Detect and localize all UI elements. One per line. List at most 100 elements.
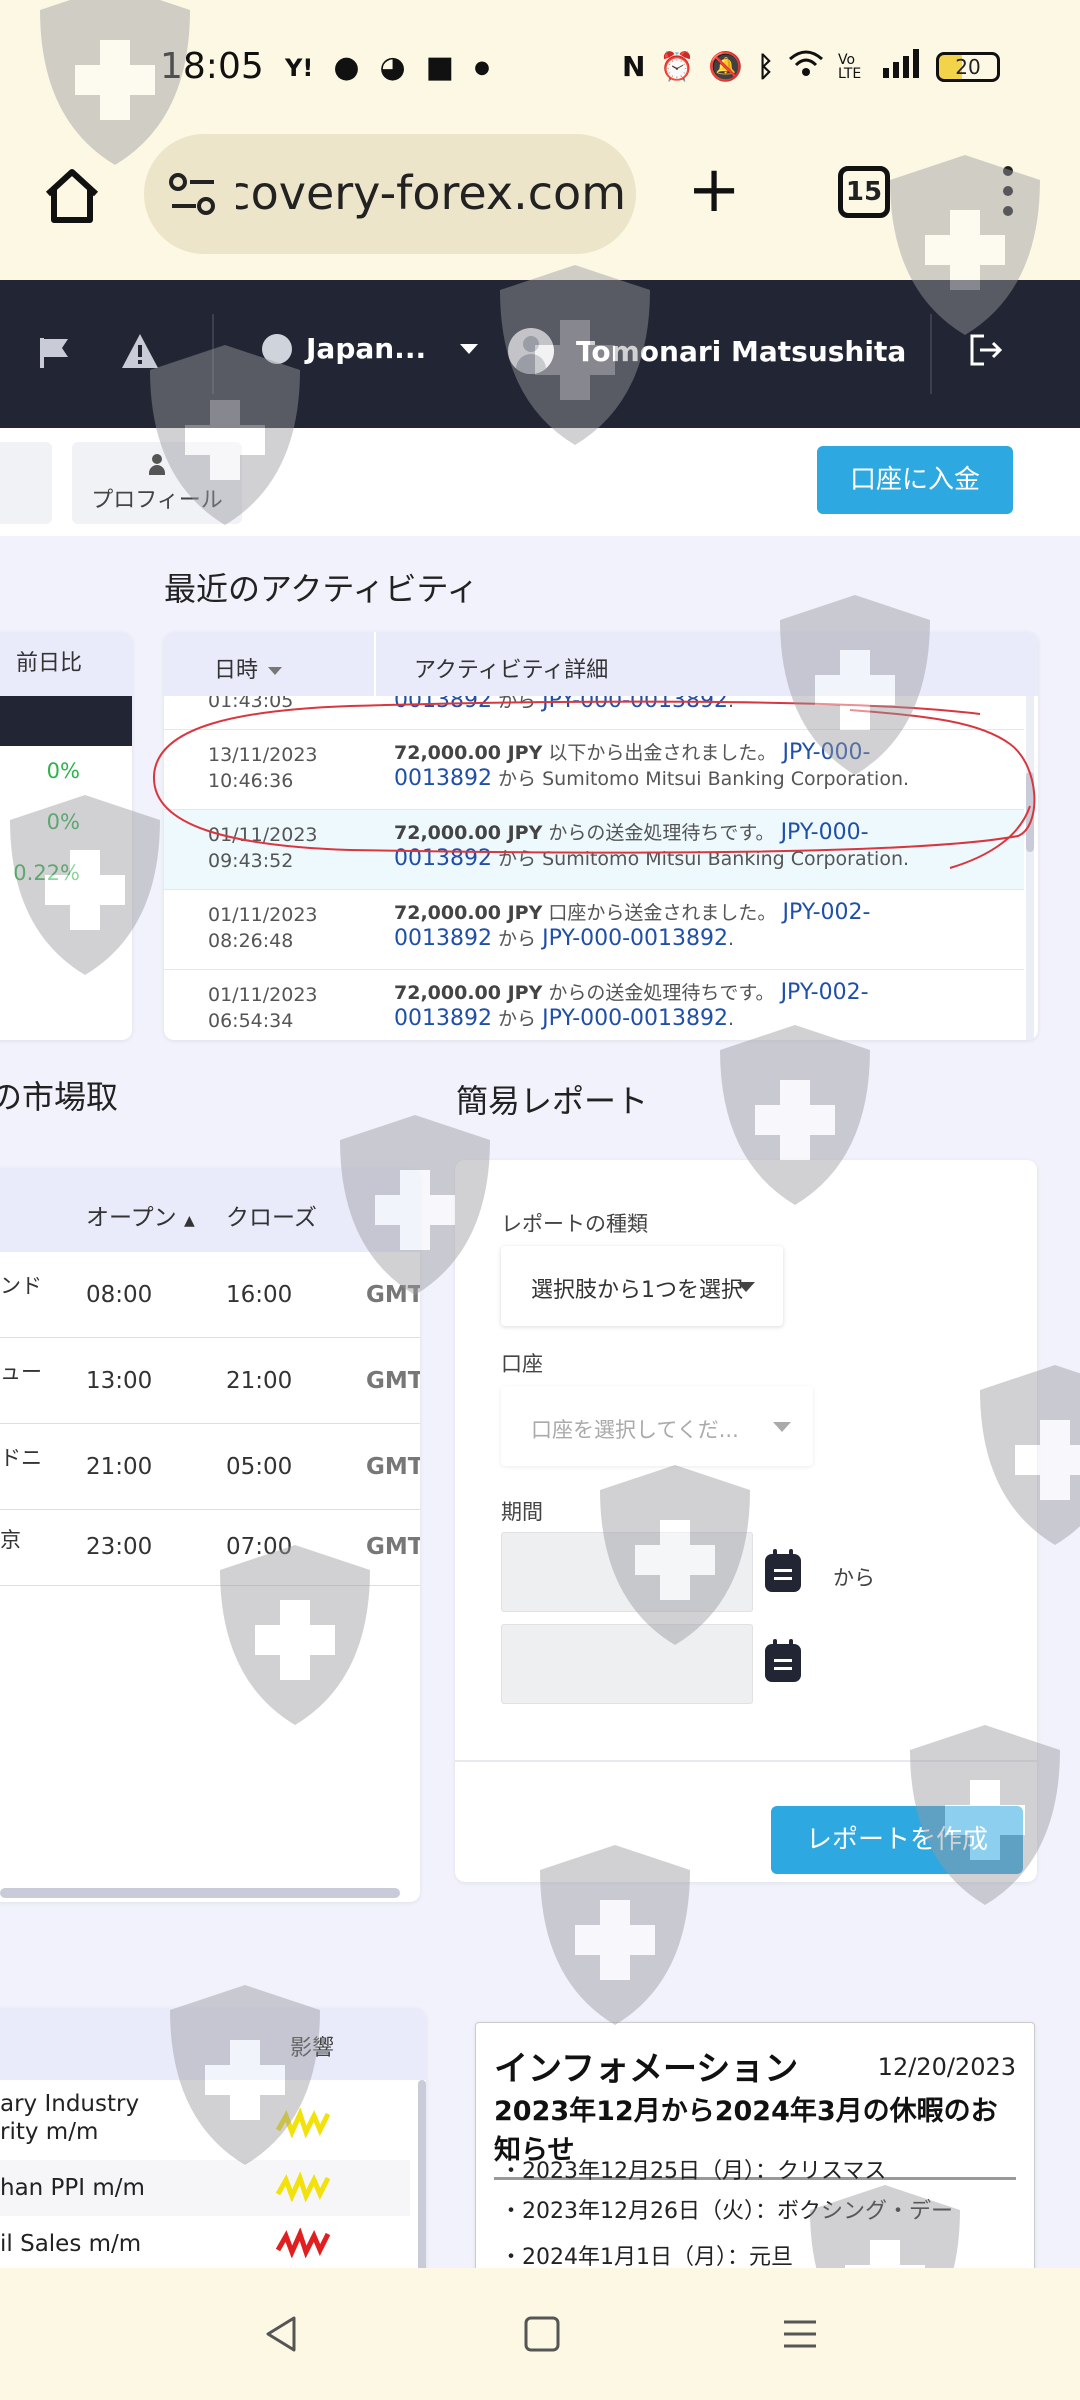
sort-open-header[interactable]: オープン ▲ [86,1198,195,1232]
from-text: から [498,768,537,790]
report-title: 簡易レポート [456,1082,649,1120]
table-row[interactable]: 01/11/2023 09:43:52 72,000.00 JPY からの送金処理… [164,810,1024,890]
table-row[interactable]: 01:43:05 0013892 から JPY-000-0013892. [164,696,1024,730]
scrollbar[interactable] [418,2080,426,2268]
logout-icon[interactable] [968,332,1004,368]
account-placeholder: 口座を選択してくだ... [531,1418,739,1442]
economic-calendar: 影響 ary Industry rity m/m han PPI m/m il S… [0,2008,426,2268]
account-link[interactable]: 0013892 [394,766,492,791]
account-link[interactable]: JPY-002- [781,980,869,1005]
table-row[interactable]: il Sales m/m [0,2216,410,2268]
from-text: から [498,848,537,870]
status-bar: 18:05 Y! ● ◕ ■ ● N ⏰ 🔕 ᛒ Vo LTE 20 [0,0,1080,130]
line-icon: ● [333,50,360,85]
period: . [728,1008,735,1030]
row-amount: 72,000.00 JPY [394,822,543,844]
prev-day-value: 0% [46,759,80,783]
account-link[interactable]: JPY-000-0013892 [542,696,728,713]
language-selector[interactable]: Japan... [262,332,479,365]
event-name: ary Industry rity m/m [0,2091,140,2145]
from-label: から [833,1566,875,1590]
table-row[interactable]: han PPI m/m [0,2160,410,2216]
account-link[interactable]: 0013892 [394,846,492,871]
row-date: 01/11/2023 08:26:48 [208,904,318,952]
horizontal-scrollbar[interactable] [0,1888,400,1898]
period-label: 期間 [501,1500,543,1524]
row-amount: 72,000.00 JPY [394,982,543,1004]
start-date-input[interactable] [501,1532,753,1612]
calendar-icon[interactable] [765,1549,801,1592]
table-row: ドニ 21:00 05:00 GMT [0,1424,420,1510]
account-label: 口座 [501,1352,543,1376]
user-menu[interactable]: Tomonari Matsushita [508,328,906,374]
impact-icon [276,2108,330,2138]
end-date-input[interactable] [501,1624,753,1704]
address-bar[interactable]: scovery-forex.com [144,134,636,254]
notification-icons: Y! ● ◕ ■ ● [285,50,490,85]
event-name: il Sales m/m [0,2231,142,2257]
site-settings-icon[interactable] [168,172,218,216]
back-icon[interactable] [262,2314,302,2354]
calendar-icon[interactable] [765,1639,801,1682]
account-link[interactable]: 0013892 [394,696,492,713]
table-row: 京 23:00 07:00 GMT [0,1510,420,1586]
url-text[interactable]: scovery-forex.com [236,166,626,220]
browser-menu-icon[interactable] [996,166,1020,226]
from-text: から [498,1008,537,1030]
account-select[interactable]: 口座を選択してくだ... [501,1386,813,1466]
sort-date-header[interactable]: 日時 [214,652,282,684]
table-row[interactable]: ary Industry rity m/m [0,2080,410,2160]
recent-apps-icon[interactable] [780,2314,820,2354]
user-icon [148,454,166,476]
alarm-icon: ⏰ [659,50,695,83]
prev-day-dark-row [0,696,132,746]
account-link[interactable]: JPY-000-0013892 [542,926,728,951]
table-row[interactable]: 01/11/2023 06:54:34 72,000.00 JPY からの送金処理… [164,970,1024,1040]
account-link[interactable]: JPY-000- [782,740,870,765]
chevron-down-icon [460,343,479,354]
row-detail: 72,000.00 JPY からの送金処理待ちです。 JPY-000- 0013… [394,820,994,872]
table-row: ンド 08:00 16:00 GMT [0,1252,420,1338]
account-link[interactable]: JPY-002- [782,900,870,925]
battery-icon: 20 [936,51,1000,82]
home-square-icon[interactable] [522,2314,562,2354]
account-link[interactable]: 0013892 [394,1006,492,1031]
table-row[interactable]: 01/11/2023 08:26:48 72,000.00 JPY 口座から送金さ… [164,890,1024,970]
profile-tab[interactable]: プロフィール [72,442,242,524]
sub-nav-item[interactable] [0,442,52,524]
report-type-select[interactable]: 選択肢から1つを選択 [501,1246,783,1326]
flag-icon[interactable] [36,334,72,370]
scrollbar[interactable] [1026,696,1034,1040]
activity-title: 最近のアクティビティ [164,570,479,608]
bluetooth-icon: ᛒ [757,50,774,83]
browser-toolbar: scovery-forex.com + 15 [0,130,1080,280]
impact-icon [276,2228,330,2258]
row-detail: 72,000.00 JPY からの送金処理待ちです。 JPY-002- 0013… [394,980,994,1032]
impact-icon [276,2172,330,2202]
header-divider [374,632,376,696]
table-row[interactable]: 13/11/2023 10:46:36 72,000.00 JPY 以下から出金さ… [164,730,1024,810]
tab-switcher-button[interactable]: 15 [838,166,890,218]
scrollbar-thumb[interactable] [1026,772,1034,852]
info-item: ・2023年12月26日（火）：ボクシング・デー [500,2199,953,2224]
chat-bubble-icon: ◕ [379,50,406,85]
dashboard: プロフィール 口座に入金 前日比 0% 0% 0.22% 最近のアクティビティ … [0,428,1080,2268]
row-detail: 0013892 から JPY-000-0013892. [394,696,994,714]
account-link[interactable]: 0013892 [394,926,492,951]
dot-icon: ● [474,57,490,78]
home-icon[interactable] [40,164,104,228]
row-text: 口座から送金されました。 [548,902,777,924]
nfc-icon: N [622,50,646,83]
deposit-button[interactable]: 口座に入金 [817,446,1013,514]
account-link[interactable]: JPY-000- [781,820,869,845]
mute-icon: 🔕 [708,50,744,83]
period: . [903,848,910,870]
close-header: クローズ [226,1205,317,1231]
row-date: 01/11/2023 06:54:34 [208,984,318,1032]
create-report-button[interactable]: レポートを作成 [771,1806,1023,1874]
market-title: の市場取 [0,1078,119,1116]
chevron-down-icon [737,1282,755,1292]
new-tab-icon[interactable]: + [686,158,742,222]
account-link[interactable]: JPY-000-0013892 [542,1006,728,1031]
warning-icon[interactable] [120,332,160,370]
